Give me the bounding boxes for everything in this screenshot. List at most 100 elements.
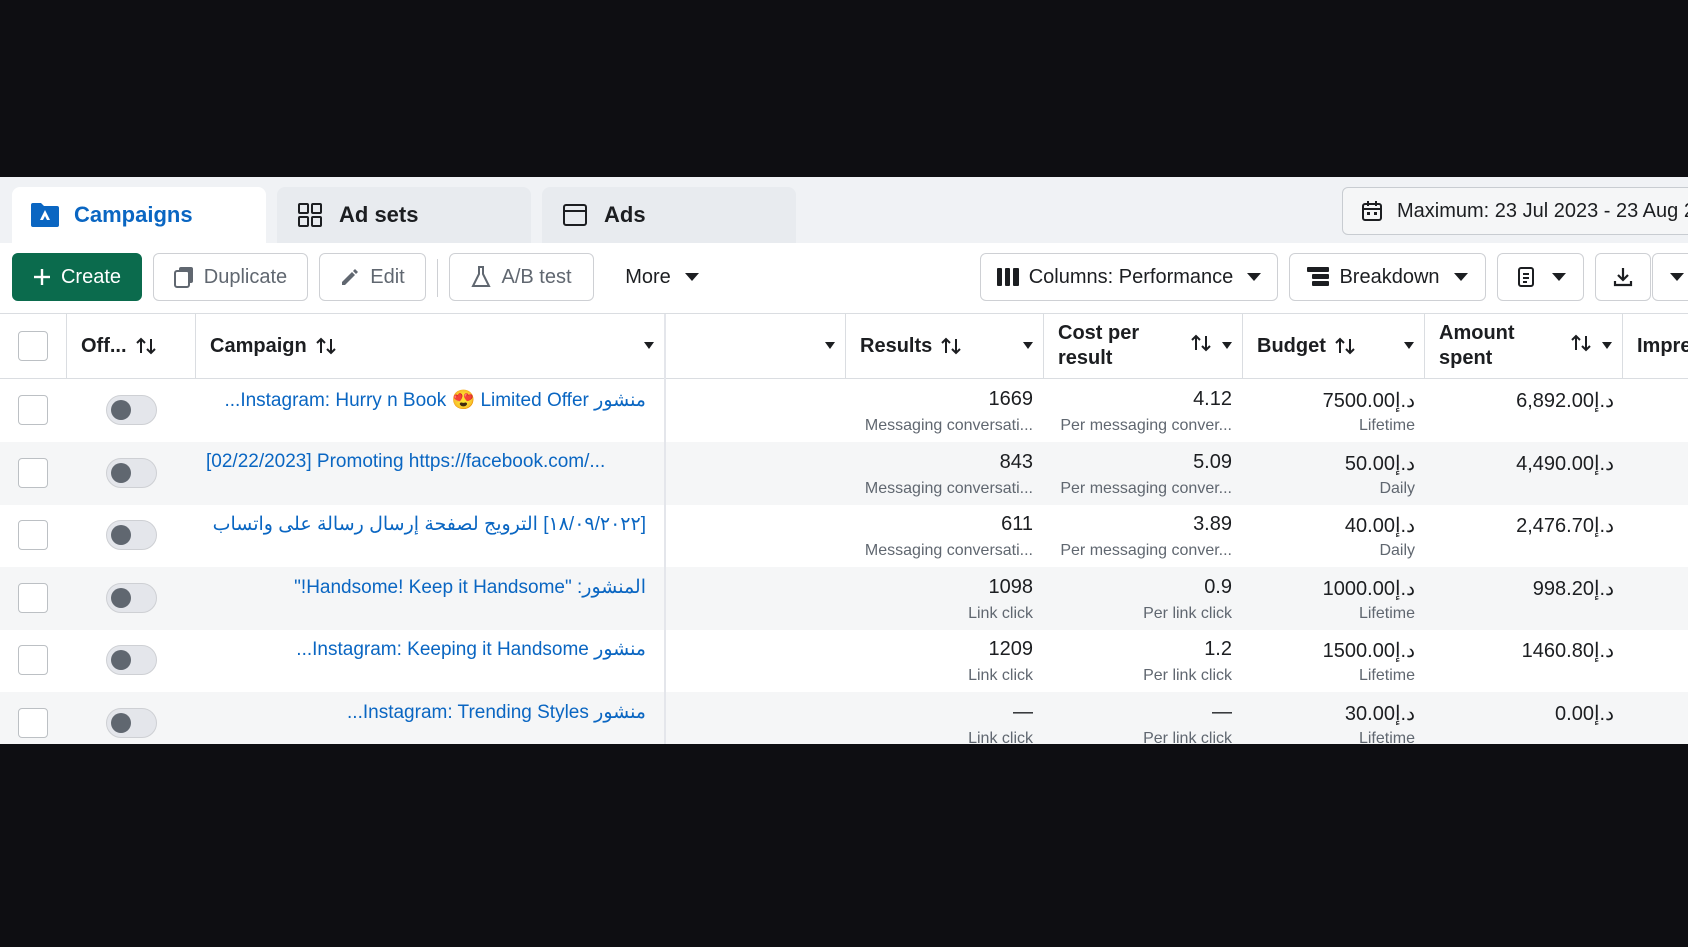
sort-icon[interactable] bbox=[940, 337, 962, 355]
header-cost-line-2: result bbox=[1058, 347, 1113, 369]
chevron-down-icon bbox=[684, 273, 699, 281]
cost-per-result-value: 3.89 bbox=[1193, 513, 1232, 536]
duplicate-label: Duplicate bbox=[203, 265, 288, 288]
budget-type: Lifetime bbox=[1358, 730, 1415, 744]
header-amount-spent[interactable]: Amount spent bbox=[1425, 314, 1623, 378]
sort-icon[interactable] bbox=[1570, 334, 1592, 352]
campaigns-table: Off... Campaign Results Cost per result bbox=[0, 313, 1688, 744]
row-checkbox[interactable] bbox=[18, 708, 48, 738]
row-select bbox=[18, 708, 48, 738]
more-button[interactable]: More bbox=[612, 253, 712, 301]
table-row[interactable]: [١٨/٠٩/٢٠٢٢] الترويج لصفحة إرسال رسالة ع… bbox=[0, 504, 1688, 567]
table-header: Off... Campaign Results Cost per result bbox=[0, 314, 1688, 379]
edit-button[interactable]: Edit bbox=[319, 253, 426, 301]
header-delivery[interactable] bbox=[666, 314, 846, 378]
campaign-toggle[interactable] bbox=[106, 457, 157, 488]
sort-icon[interactable] bbox=[315, 337, 337, 355]
date-range-picker[interactable]: Maximum: 23 Jul 2023 - 23 Aug 2023 bbox=[1342, 187, 1688, 235]
tab-campaigns-label: Campaigns bbox=[74, 202, 193, 227]
amount-spent-value: د.إ998.20 bbox=[1532, 577, 1614, 600]
tab-adsets[interactable]: Ad sets bbox=[277, 187, 531, 243]
sort-icon[interactable] bbox=[1190, 334, 1212, 352]
results-type: Messaging conversati... bbox=[864, 542, 1033, 560]
columns-label: Columns: Performance bbox=[1028, 265, 1234, 288]
column-menu-icon[interactable] bbox=[1023, 342, 1033, 349]
header-cost-line-1: Cost per bbox=[1058, 322, 1140, 344]
cost-per-result-type: Per link click bbox=[1143, 667, 1232, 685]
sort-icon[interactable] bbox=[135, 337, 157, 355]
date-range-label: Maximum: 23 Jul 2023 - 23 Aug 2023 bbox=[1397, 199, 1688, 222]
row-select bbox=[18, 520, 48, 551]
budget-type: Lifetime bbox=[1358, 604, 1415, 622]
column-menu-icon[interactable] bbox=[1404, 342, 1414, 349]
row-checkbox[interactable] bbox=[18, 457, 48, 488]
export-button[interactable] bbox=[1595, 253, 1651, 301]
campaign-toggle[interactable] bbox=[106, 395, 157, 425]
header-select-all bbox=[0, 314, 67, 378]
column-menu-icon[interactable] bbox=[1602, 342, 1612, 349]
table-row[interactable]: منشور Instagram: Trending Styles... — Link… bbox=[0, 692, 1688, 744]
toggle-knob bbox=[111, 650, 131, 671]
budget-type: Lifetime bbox=[1358, 667, 1415, 685]
breakdown-label: Breakdown bbox=[1339, 265, 1440, 288]
header-impressions-label: Impre bbox=[1637, 334, 1688, 357]
row-checkbox[interactable] bbox=[18, 645, 48, 676]
duplicate-button[interactable]: Duplicate bbox=[153, 253, 308, 301]
table-row[interactable]: [02/22/2023] Promoting https://facebook.… bbox=[0, 441, 1688, 505]
campaign-name-link[interactable]: منشور Instagram: Hurry n Book 😍 Limited … bbox=[206, 388, 646, 412]
table-row[interactable]: منشور Instagram: Hurry n Book 😍 Limited … bbox=[0, 379, 1688, 442]
ab-test-button[interactable]: A/B test bbox=[449, 253, 594, 301]
campaign-name-link[interactable]: المنشور: "Handsome! Keep it Handsome!" bbox=[206, 576, 646, 599]
header-results[interactable]: Results bbox=[846, 314, 1044, 378]
chevron-down-icon bbox=[1247, 273, 1262, 281]
sort-icon[interactable] bbox=[1334, 337, 1356, 355]
header-budget[interactable]: Budget bbox=[1243, 314, 1425, 378]
chevron-down-icon bbox=[1551, 273, 1566, 281]
row-checkbox[interactable] bbox=[18, 520, 48, 551]
toggle-knob bbox=[111, 462, 131, 483]
reports-button[interactable] bbox=[1497, 253, 1584, 301]
create-button[interactable]: Create bbox=[12, 253, 142, 301]
campaign-name-link[interactable]: [02/22/2023] Promoting https://facebook.… bbox=[206, 451, 646, 473]
table-row[interactable]: المنشور: "Handsome! Keep it Handsome!" 10… bbox=[0, 566, 1688, 630]
export-menu-button[interactable] bbox=[1652, 253, 1688, 301]
column-menu-icon[interactable] bbox=[825, 342, 835, 349]
cost-per-result-value: — bbox=[1212, 701, 1232, 723]
row-checkbox[interactable] bbox=[18, 395, 48, 425]
campaign-name-link[interactable]: منشور Instagram: Keeping it Handsome... bbox=[206, 638, 646, 661]
create-label: Create bbox=[60, 265, 122, 288]
header-cost-per-result[interactable]: Cost per result bbox=[1044, 314, 1243, 378]
row-checkbox[interactable] bbox=[18, 582, 48, 613]
header-off[interactable]: Off... bbox=[67, 314, 196, 378]
header-spent-line-1: Amount bbox=[1439, 322, 1515, 344]
select-all-checkbox[interactable] bbox=[18, 331, 48, 361]
tab-ads[interactable]: Ads bbox=[542, 187, 796, 243]
header-impressions[interactable]: Impre bbox=[1623, 314, 1688, 378]
column-menu-icon[interactable] bbox=[644, 342, 654, 349]
budget-value: د.إ1000.00 bbox=[1322, 577, 1415, 600]
row-select bbox=[18, 582, 48, 613]
row-select bbox=[18, 395, 48, 425]
table-row[interactable]: منشور Instagram: Keeping it Handsome... 1… bbox=[0, 629, 1688, 692]
edit-label: Edit bbox=[370, 265, 405, 288]
campaign-toggle[interactable] bbox=[106, 582, 157, 613]
campaign-name-link[interactable]: [١٨/٠٩/٢٠٢٢] الترويج لصفحة إرسال رسالة ع… bbox=[206, 513, 646, 536]
tab-campaigns[interactable]: Campaigns bbox=[12, 187, 266, 243]
column-menu-icon[interactable] bbox=[1222, 342, 1232, 349]
results-value: 1669 bbox=[988, 388, 1034, 410]
columns-button[interactable]: Columns: Performance bbox=[980, 253, 1278, 301]
header-spent-line-2: spent bbox=[1439, 347, 1493, 369]
results-type: Messaging conversati... bbox=[864, 417, 1033, 434]
campaign-toggle[interactable] bbox=[106, 645, 157, 676]
campaign-name-link[interactable]: منشور Instagram: Trending Styles... bbox=[206, 701, 646, 724]
frozen-column-divider bbox=[664, 314, 666, 744]
breakdown-button[interactable]: Breakdown bbox=[1289, 253, 1486, 301]
campaign-toggle[interactable] bbox=[106, 708, 157, 738]
amount-spent-value: د.إ4,490.00 bbox=[1516, 452, 1614, 475]
header-campaign[interactable]: Campaign bbox=[196, 314, 666, 378]
results-type: Link click bbox=[968, 604, 1033, 622]
results-type: Link click bbox=[968, 667, 1033, 685]
campaign-toggle[interactable] bbox=[106, 520, 157, 551]
header-off-label: Off... bbox=[81, 334, 127, 357]
results-value: 1098 bbox=[988, 575, 1034, 598]
